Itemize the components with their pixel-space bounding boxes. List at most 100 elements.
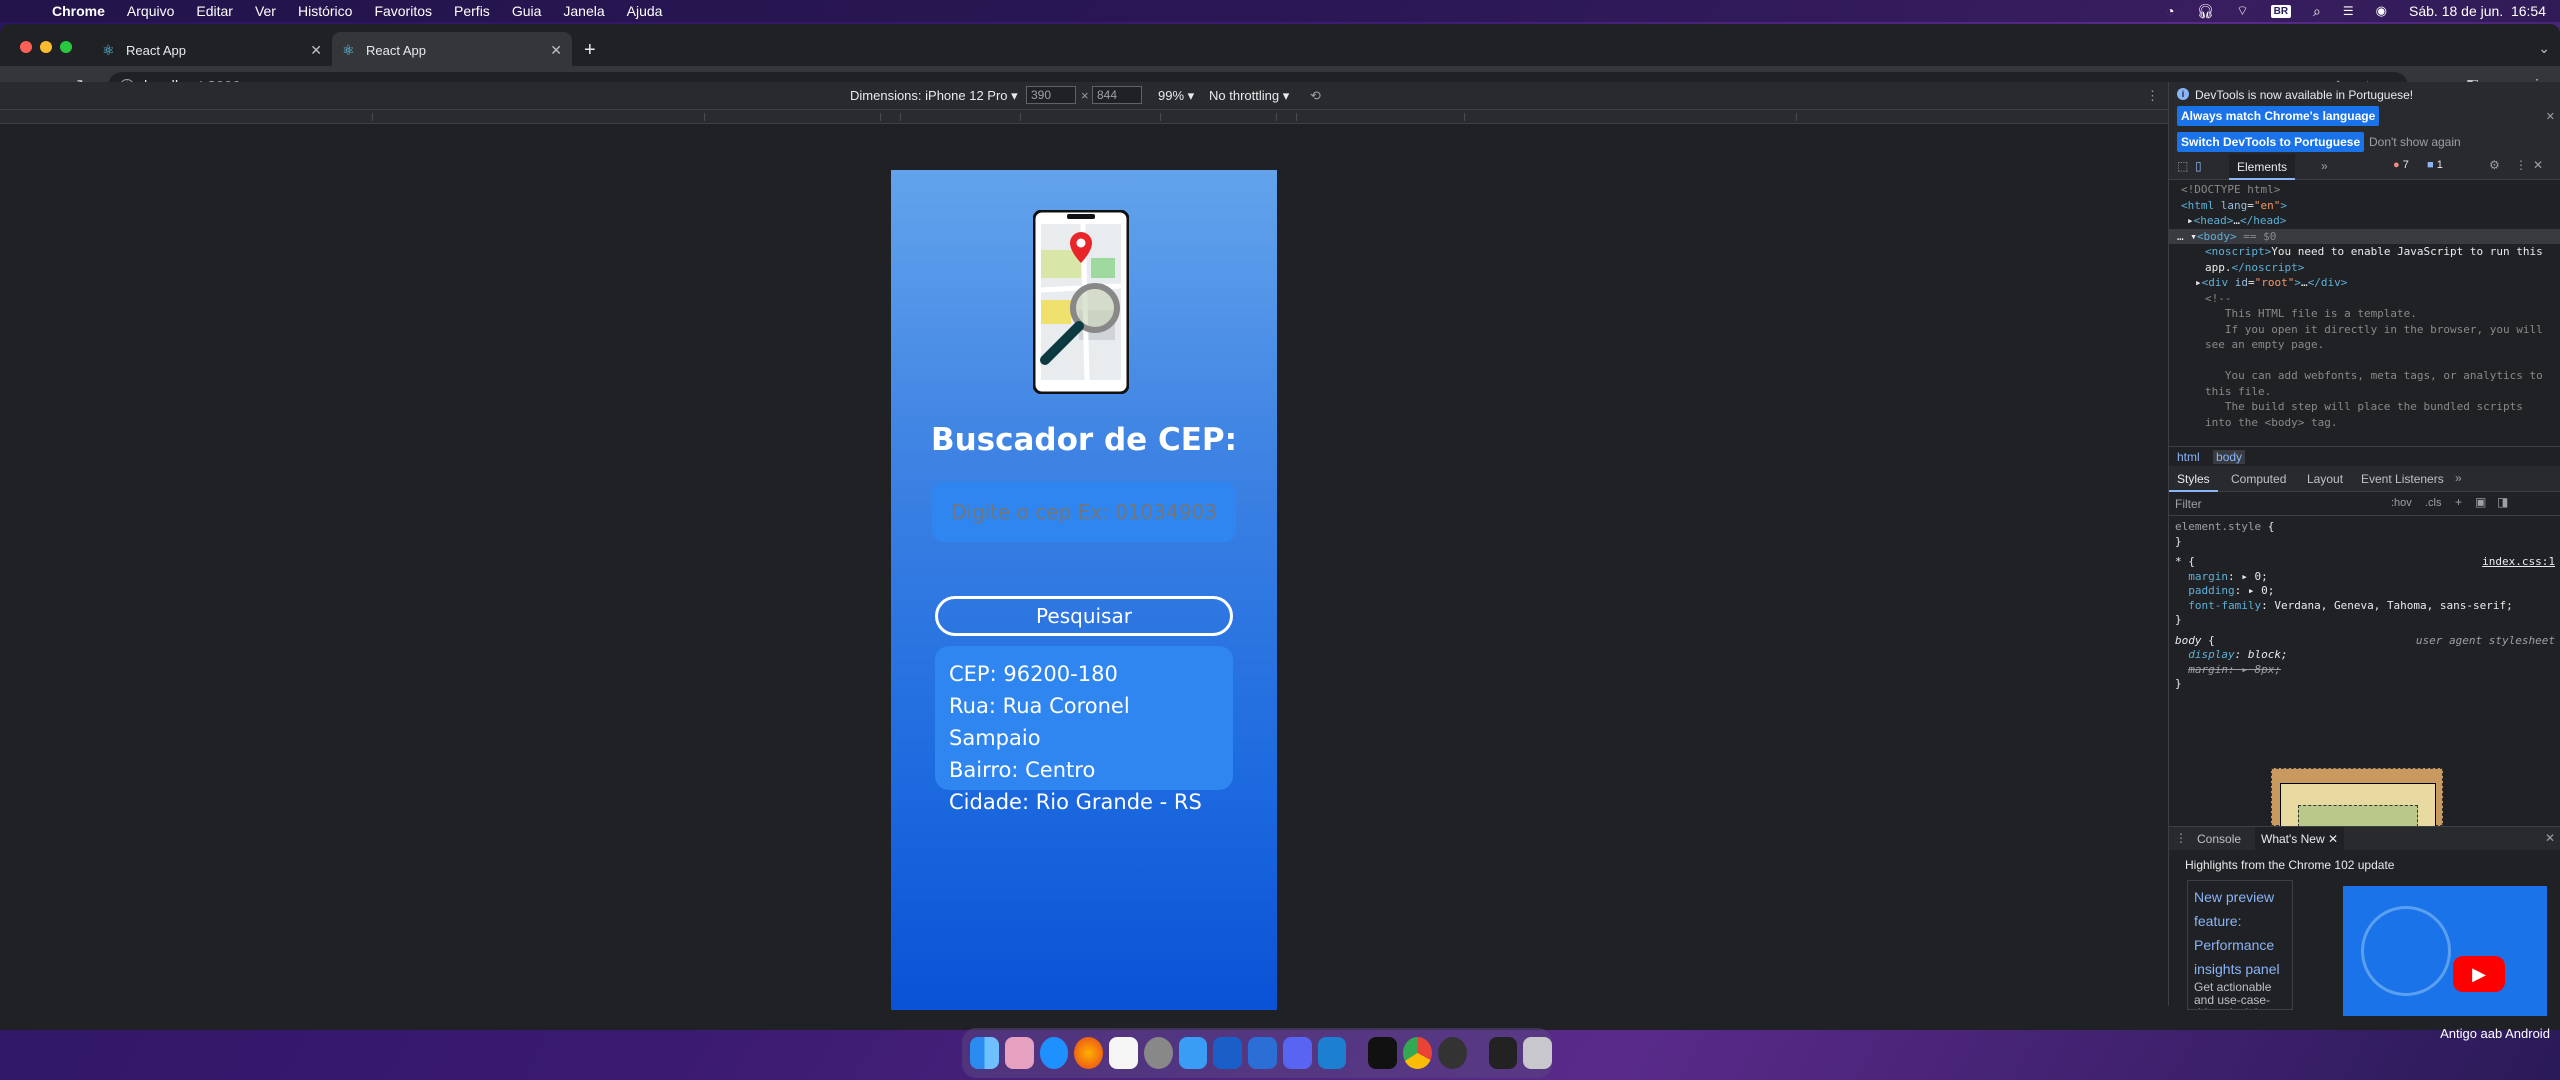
close-devtools-icon[interactable]: ✕ (2533, 158, 2543, 172)
menu-perfis[interactable]: Perfis (454, 3, 490, 19)
menu-datetime[interactable]: Sáb. 18 de jun. 16:54 (2409, 3, 2546, 19)
menu-editar[interactable]: Editar (196, 3, 233, 19)
tab-styles[interactable]: Styles (2169, 466, 2218, 492)
device-width-input[interactable]: 390 (1026, 86, 1076, 104)
activity-icon[interactable] (1437, 1037, 1467, 1069)
dom-comment[interactable]: <!-- This HTML file is a template. If yo… (2181, 291, 2549, 431)
cls-toggle[interactable]: .cls (2425, 497, 2442, 509)
discord-icon[interactable] (1282, 1037, 1312, 1069)
tab-search-chevron-icon[interactable]: ⌄ (2538, 40, 2550, 57)
dom-body-selected[interactable]: … ▾<body> == $0 (2169, 228, 2560, 244)
headphones-icon[interactable]: 🎧︎ (2197, 3, 2215, 20)
close-infobar-icon[interactable]: ✕ (2546, 110, 2555, 123)
spotlight-icon[interactable]: ⌕ (2313, 3, 2321, 20)
new-tab-icon[interactable]: + (584, 40, 596, 60)
terminal-icon[interactable] (1368, 1037, 1397, 1069)
rotate-icon[interactable]: ⟲ (1310, 88, 1321, 104)
device-height-input[interactable]: 844 (1092, 86, 1142, 104)
screen-time-icon[interactable]: ◔ (2166, 3, 2174, 19)
styles-filter-input[interactable]: Filter (2175, 497, 2202, 511)
tab-event-listeners[interactable]: Event Listeners (2361, 472, 2444, 486)
box-model-diagram[interactable] (2271, 768, 2443, 827)
close-drawer-icon[interactable]: ✕ (2545, 831, 2555, 845)
tab-react-app-1[interactable]: ⚛ React App ✕ (92, 32, 332, 68)
styles-pane[interactable]: element.style {} index.css:1 * { margin: ▸… (2169, 516, 2560, 786)
device-more-icon[interactable]: ⋮ (2146, 88, 2159, 104)
device-dimensions-select[interactable]: Dimensions: iPhone 12 Pro ▾ (850, 88, 1018, 104)
minimize-window-button[interactable] (40, 41, 52, 53)
tab-layout[interactable]: Layout (2307, 472, 2343, 486)
control-center-icon[interactable]: ☰ (2343, 4, 2354, 18)
mail-icon[interactable] (1178, 1037, 1208, 1069)
tab-computed[interactable]: Computed (2231, 472, 2286, 486)
more-tabs-icon[interactable]: » (2455, 471, 2462, 485)
textedit-icon[interactable] (1109, 1037, 1138, 1069)
close-window-button[interactable] (20, 41, 32, 53)
tab-whats-new[interactable]: What's New ✕ (2255, 827, 2345, 851)
desktop-file-label[interactable]: Antigo aab Android (2440, 1026, 2550, 1042)
chrome-icon[interactable] (1403, 1037, 1432, 1069)
always-match-language-button[interactable]: Always match Chrome's language (2177, 106, 2380, 126)
tab-elements[interactable]: Elements (2229, 154, 2296, 180)
apple-icon[interactable] (18, 3, 32, 19)
keyboard-layout-badge[interactable]: BR (2270, 4, 2292, 18)
more-tabs-icon[interactable]: » (2321, 159, 2328, 173)
device-toggle-icon[interactable]: ▯ (2195, 159, 2202, 173)
menu-ajuda[interactable]: Ajuda (627, 3, 663, 19)
cep-input[interactable] (932, 482, 1236, 542)
color-format-icon[interactable]: ▣ (2475, 495, 2486, 509)
dont-show-again-link[interactable]: Don't show again (2369, 135, 2461, 149)
settings-gear-icon[interactable]: ⚙ (2489, 158, 2500, 172)
dom-head[interactable]: ▸<head>…</head> (2181, 213, 2549, 229)
message-count[interactable]: ■ 1 (2427, 159, 2443, 171)
zoom-select[interactable]: 99% ▾ (1158, 88, 1194, 104)
dom-tree[interactable]: <!DOCTYPE html> <html lang="en"> ▸<head>…<… (2169, 180, 2560, 446)
menu-janela[interactable]: Janela (563, 3, 604, 19)
close-tab-icon[interactable]: ✕ (550, 42, 562, 59)
dom-html[interactable]: <html lang="en"> (2181, 198, 2549, 214)
hov-toggle[interactable]: :hov (2391, 497, 2412, 509)
menu-ver[interactable]: Ver (255, 3, 276, 19)
tab-console[interactable]: Console (2197, 832, 2241, 846)
media-query-ruler[interactable] (0, 110, 2168, 124)
menu-favoritos[interactable]: Favoritos (374, 3, 432, 19)
launchpad-icon[interactable] (1004, 1037, 1034, 1069)
close-tab-icon[interactable]: ✕ (2328, 832, 2338, 846)
rule-universal[interactable]: index.css:1 * { margin: ▸ 0; padding: ▸ 0… (2175, 555, 2555, 628)
dom-noscript[interactable]: <noscript>You need to enable JavaScript … (2181, 244, 2549, 275)
switch-to-portuguese-button[interactable]: Switch DevTools to Portuguese (2177, 132, 2365, 152)
rule-element-style[interactable]: element.style {} (2175, 520, 2555, 549)
error-count[interactable]: ● 7 (2393, 159, 2409, 171)
inspect-element-icon[interactable]: ⬚ (2177, 159, 2188, 173)
menu-arquivo[interactable]: Arquivo (127, 3, 174, 19)
menu-guia[interactable]: Guia (512, 3, 542, 19)
safari-icon[interactable] (1039, 1037, 1069, 1069)
firefox-icon[interactable] (1074, 1037, 1103, 1069)
dom-root-div[interactable]: ▸<div id="root">…</div> (2181, 275, 2549, 291)
zoom-window-button[interactable] (60, 41, 72, 53)
throttle-select[interactable]: No throttling ▾ (1209, 88, 1289, 104)
tab-react-app-2[interactable]: ⚛ React App ✕ (332, 32, 572, 68)
drawer-menu-icon[interactable]: ⋮ (2175, 831, 2187, 845)
youtube-play-icon[interactable]: ▶ (2453, 956, 2505, 992)
vscode-icon[interactable] (1317, 1037, 1347, 1069)
customize-icon[interactable]: ⋮ (2515, 158, 2527, 172)
sidebar-toggle-icon[interactable]: ◨ (2497, 495, 2508, 509)
new-rule-icon[interactable]: + (2455, 495, 2462, 509)
word-icon[interactable] (1248, 1037, 1277, 1069)
crumb-html[interactable]: html (2177, 450, 2200, 464)
system-preferences-icon[interactable] (1143, 1037, 1173, 1069)
siri-icon[interactable]: ◉ (2376, 3, 2387, 19)
menu-historico[interactable]: Histórico (298, 3, 352, 19)
wifi-icon[interactable]: ⌔ (2236, 3, 2248, 19)
rule-body-ua[interactable]: user agent stylesheet body { display: blo… (2175, 634, 2555, 692)
trash-icon[interactable] (1523, 1037, 1552, 1069)
search-button[interactable]: Pesquisar (935, 596, 1233, 636)
crumb-body[interactable]: body (2213, 450, 2246, 464)
xcode-icon[interactable] (1213, 1037, 1242, 1069)
minimized-window-icon[interactable] (1488, 1037, 1518, 1069)
finder-icon[interactable] (970, 1037, 999, 1069)
close-tab-icon[interactable]: ✕ (310, 42, 322, 59)
dom-doctype[interactable]: <!DOCTYPE html> (2181, 182, 2549, 198)
whats-new-video[interactable]: ▶ (2343, 886, 2547, 1016)
